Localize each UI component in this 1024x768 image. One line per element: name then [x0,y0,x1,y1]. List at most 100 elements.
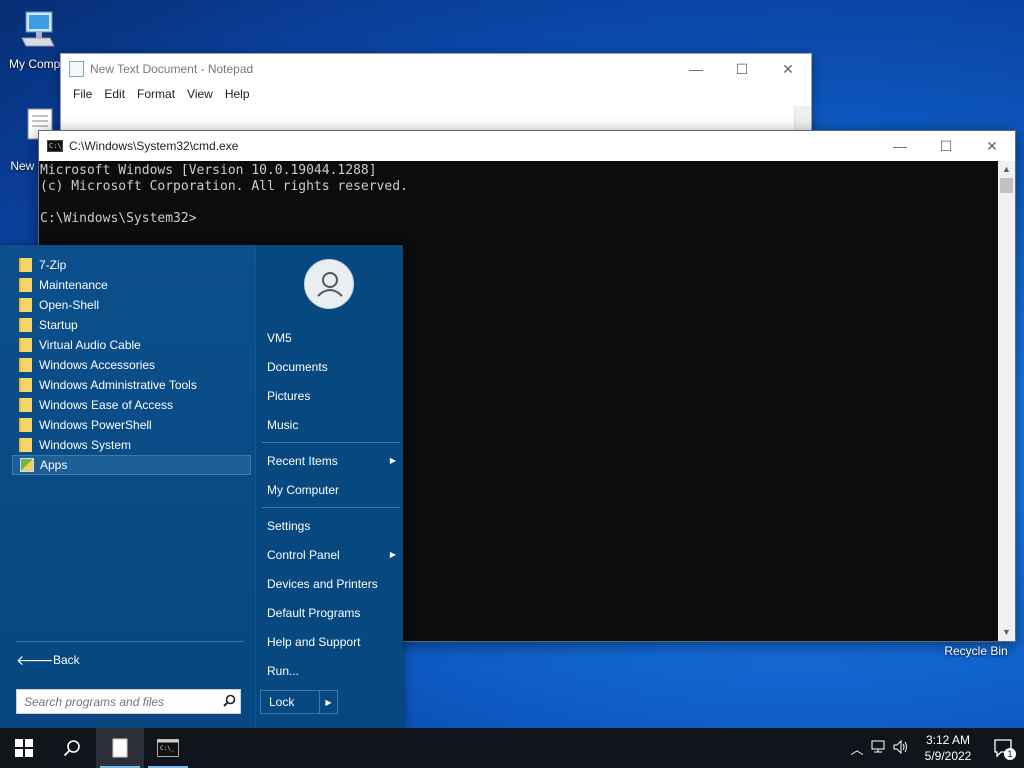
lock-button[interactable]: Lock ▶ [260,690,338,714]
item-label: Recent Items [267,453,338,468]
folder-icon [19,278,32,292]
program-folder-windows-powershell[interactable]: Windows PowerShell [12,415,251,435]
close-button[interactable]: ✕ [969,131,1015,161]
chevron-up-icon[interactable]: ︿ [846,739,868,758]
program-folder-open-shell[interactable]: Open-Shell [12,295,251,315]
desktop-icon-recycle-bin[interactable]: Recycle Bin [938,630,1014,658]
music-link[interactable]: Music [260,410,400,439]
action-center-button[interactable]: 1 [984,728,1024,768]
scroll-up-icon[interactable]: ▲ [998,161,1015,178]
maximize-button[interactable]: ☐ [719,54,765,84]
scroll-thumb[interactable] [1000,178,1013,193]
program-label: 7-Zip [39,258,67,272]
settings-link[interactable]: Settings [260,511,400,540]
start-menu-programs-panel: 7-Zip Maintenance Open-Shell Startup Vir… [0,245,255,728]
folder-icon [19,318,32,332]
lock-label: Lock [269,695,295,709]
cmd-scrollbar[interactable]: ▲ ▼ [998,161,1015,641]
help-and-support-link[interactable]: Help and Support [260,627,400,656]
program-folder-windows-ease-of-access[interactable]: Windows Ease of Access [12,395,251,415]
run-link[interactable]: Run... [260,656,400,685]
program-folder-windows-admin-tools[interactable]: Windows Administrative Tools [12,375,251,395]
computer-icon [0,10,76,55]
program-label: Apps [40,458,68,472]
back-button[interactable]: 🡐 Back [16,650,244,670]
item-label: My Computer [267,482,340,497]
item-label: Help and Support [267,634,361,649]
notification-count-badge: 1 [1004,748,1016,760]
volume-icon[interactable] [890,739,912,757]
svg-text:C:\_: C:\_ [160,745,175,752]
menu-view[interactable]: View [181,87,219,101]
network-icon[interactable] [868,740,890,757]
minimize-button[interactable]: — [673,54,719,84]
taskbar-cmd[interactable]: C:\_ [144,728,192,768]
item-label: Devices and Printers [267,576,378,591]
folder-icon [19,398,32,412]
console-prompt: C:\Windows\System32> [40,211,197,226]
menu-help[interactable]: Help [219,87,256,101]
program-folder-windows-system[interactable]: Windows System [12,435,251,455]
item-label: Run... [267,663,300,678]
submenu-arrow-icon: ▶ [389,456,396,465]
folder-icon [19,258,32,272]
close-button[interactable]: ✕ [765,54,811,84]
clock[interactable]: 3:12 AM 5/9/2022 [912,732,984,764]
program-label: Windows System [39,438,132,452]
item-label: VM5 [267,330,292,345]
search-box[interactable] [16,689,241,714]
documents-link[interactable]: Documents [260,352,400,381]
clock-date: 5/9/2022 [924,749,972,763]
cmd-title-bar[interactable]: C:\_ C:\Windows\System32\cmd.exe [39,131,1015,161]
menu-edit[interactable]: Edit [98,87,131,101]
program-folder-apps[interactable]: Apps [12,455,251,475]
control-panel-link[interactable]: Control Panel ▶ [260,540,400,569]
desktop-icon-label: Recycle Bin [944,644,1008,658]
taskbar-search-button[interactable] [48,728,96,768]
search-icon [63,740,80,757]
my-computer-link[interactable]: My Computer [260,475,400,504]
taskbar-notepad[interactable] [96,728,144,768]
item-label: Music [267,417,299,432]
cmd-icon: C:\_ [47,140,66,152]
folder-icon [19,298,32,312]
program-label: Virtual Audio Cable [39,338,141,352]
user-avatar[interactable] [304,259,354,309]
folder-icon [19,358,32,372]
power-options-arrow-icon[interactable]: ▶ [319,691,337,713]
program-folder-windows-accessories[interactable]: Windows Accessories [12,355,251,375]
recent-items-link[interactable]: Recent Items ▶ [260,446,400,475]
menu-format[interactable]: Format [131,87,181,101]
windows-logo-icon [15,739,33,757]
console-line: (c) Microsoft Corporation. All rights re… [40,179,408,194]
program-folder-7zip[interactable]: 7-Zip [12,255,251,275]
pictures-link[interactable]: Pictures [260,381,400,410]
divider [16,641,244,642]
menu-file[interactable]: File [67,87,98,101]
program-label: Startup [39,318,78,332]
maximize-button[interactable]: ☐ [923,131,969,161]
notepad-menu-bar: File Edit Format View Help [61,84,811,104]
folder-icon [19,338,32,352]
back-arrow-icon: 🡐 [16,651,54,668]
notepad-icon [69,61,84,77]
desktop-icon-label: My Compu [8,57,67,71]
divider [262,507,400,508]
program-folder-maintenance[interactable]: Maintenance [12,275,251,295]
program-label: Windows PowerShell [39,418,152,432]
item-label: Default Programs [267,605,361,620]
cmd-app-icon: C:\_ [157,739,179,757]
minimize-button[interactable]: — [877,131,923,161]
start-button[interactable] [0,728,48,768]
search-input[interactable] [24,694,218,709]
user-name-link[interactable]: VM5 [260,323,400,352]
item-label: Pictures [267,388,311,403]
program-folder-virtual-audio-cable[interactable]: Virtual Audio Cable [12,335,251,355]
taskbar: C:\_ ︿ 3:12 AM 5/9/2022 1 [0,728,1024,768]
search-icon[interactable] [218,694,240,710]
devices-and-printers-link[interactable]: Devices and Printers [260,569,400,598]
item-label: Control Panel [267,547,340,562]
default-programs-link[interactable]: Default Programs [260,598,400,627]
user-icon [317,272,343,297]
program-folder-startup[interactable]: Startup [12,315,251,335]
